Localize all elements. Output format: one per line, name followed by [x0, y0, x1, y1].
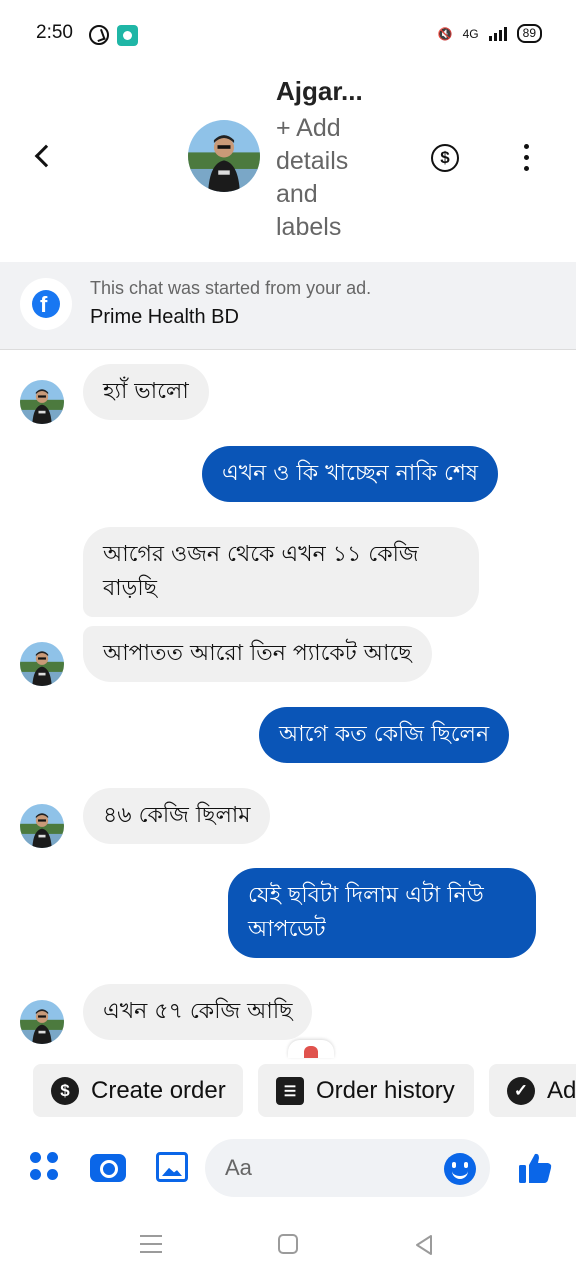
ad-page-name[interactable]: Prime Health BD [90, 306, 239, 329]
message-incoming[interactable]: এখন ৫৭ কেজি আছি [83, 984, 313, 1040]
contact-name[interactable]: Ajgar... [276, 76, 363, 107]
nav-back-icon[interactable] [413, 1234, 435, 1256]
system-nav-bar [0, 1210, 576, 1280]
recents-icon[interactable] [140, 1235, 162, 1259]
sender-avatar[interactable] [20, 380, 64, 424]
sender-avatar[interactable] [20, 804, 64, 848]
status-time: 2:50 [36, 22, 73, 43]
network-type: 4G [462, 26, 479, 41]
status-bar: 2:50 🔇 4G 89 [0, 0, 576, 70]
message-outgoing[interactable]: এখন ও কি খাচ্ছেন নাকি শেষ [202, 446, 499, 502]
dollar-icon[interactable]: $ [431, 144, 459, 172]
dollar-icon: $ [51, 1076, 79, 1105]
battery-icon: 89 [516, 24, 542, 43]
chat-header: Ajgar... + Add details and labels $ [0, 70, 576, 260]
apps-icon[interactable] [30, 1152, 60, 1182]
back-arrow-icon[interactable] [34, 144, 58, 168]
sender-avatar[interactable] [20, 1000, 64, 1044]
gallery-icon[interactable] [156, 1152, 188, 1182]
receipt-icon: ☰ [276, 1076, 304, 1105]
heart-reaction-icon[interactable] [288, 1040, 334, 1058]
checkmark-icon: ✓ [507, 1076, 535, 1105]
contact-avatar[interactable] [188, 120, 260, 192]
message-incoming[interactable]: হ্যাঁ ভালো [83, 364, 209, 420]
sender-avatar[interactable] [20, 642, 64, 686]
signal-icon [488, 26, 507, 41]
status-indicators: 🔇 4G 89 [438, 24, 542, 43]
add-label-text: Ad [547, 1076, 576, 1104]
home-icon[interactable] [278, 1234, 298, 1254]
camera-icon[interactable] [90, 1154, 126, 1182]
mute-icon: 🔇 [437, 26, 453, 41]
create-order-label: Create order [91, 1076, 226, 1104]
app-notification-icon [117, 25, 138, 46]
message-incoming[interactable]: আগের ওজন থেকে এখন ১১ কেজি বাড়ছি [83, 527, 479, 617]
add-details-link[interactable]: + Add details and labels [276, 112, 386, 244]
emoji-icon[interactable] [444, 1153, 476, 1185]
create-order-chip[interactable]: $ Create order [33, 1064, 243, 1117]
thumbs-up-icon[interactable] [517, 1150, 553, 1186]
more-options-icon[interactable] [524, 144, 530, 172]
sync-icon [89, 25, 109, 45]
message-composer [0, 1134, 576, 1200]
ad-origin-text: This chat was started from your ad. [90, 278, 372, 298]
add-label-chip[interactable]: ✓ Ad [489, 1064, 576, 1117]
quick-actions: $ Create order ☰ Order history ✓ Ad [0, 1060, 576, 1124]
order-history-label: Order history [316, 1076, 455, 1104]
message-incoming[interactable]: ৪৬ কেজি ছিলাম [83, 788, 271, 844]
message-outgoing[interactable]: আগে কত কেজি ছিলেন [259, 707, 510, 763]
message-outgoing[interactable]: যেই ছবিটা দিলাম এটা নিউ আপডেট [228, 868, 536, 958]
order-history-chip[interactable]: ☰ Order history [258, 1064, 474, 1117]
facebook-icon: f [20, 278, 72, 330]
message-incoming[interactable]: আপাতত আরো তিন প্যাকেট আছে [83, 626, 432, 682]
ad-origin-banner: f This chat was started from your ad. Pr… [0, 262, 576, 350]
